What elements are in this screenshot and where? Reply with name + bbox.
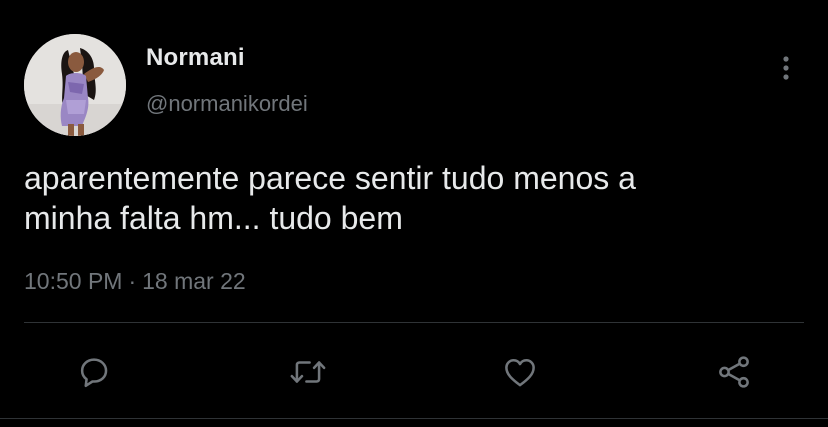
retweet-icon[interactable] [286,350,330,394]
tweet-text-line-2: minha falta hm... tudo bem [24,200,403,236]
tweet-meta: 10:50 PM · 18 mar 22 [24,268,246,295]
meta-separator: · [128,268,137,294]
divider [24,322,804,323]
tweet-date[interactable]: 18 mar 22 [142,268,246,295]
more-options-icon[interactable] [774,54,798,84]
share-icon[interactable] [712,350,756,394]
avatar-image [24,34,126,136]
author-name[interactable]: Normani [146,44,245,72]
author-handle[interactable]: @normanikordei [146,91,308,117]
bottom-divider [0,418,828,419]
tweet-time[interactable]: 10:50 PM [24,268,122,295]
tweet-text-line-1: aparentemente parece sentir tudo menos a [24,160,636,196]
like-icon[interactable] [498,350,542,394]
reply-icon[interactable] [72,350,116,394]
avatar[interactable] [24,34,126,136]
tweet-card: Normani @normanikordei aparentemente par… [0,0,828,427]
tweet-text: aparentemente parece sentir tudo menos a… [24,158,804,238]
